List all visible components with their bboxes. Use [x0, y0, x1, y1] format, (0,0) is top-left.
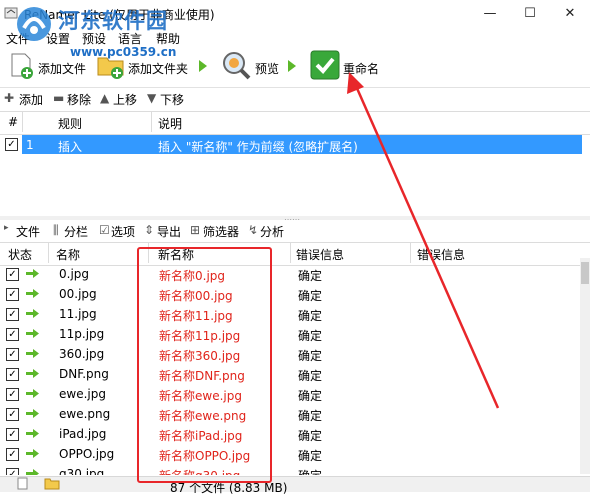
annotation-arrow-icon	[347, 72, 500, 409]
